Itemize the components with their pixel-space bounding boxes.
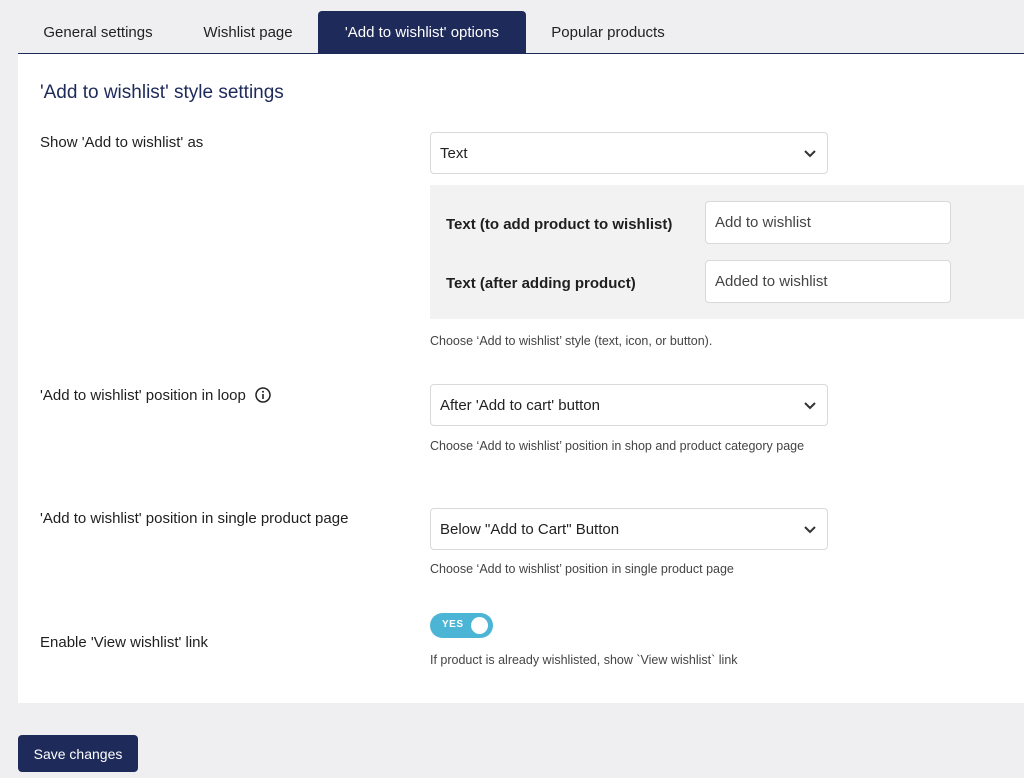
chevron-down-icon [804, 150, 816, 158]
tab-add-to-wishlist-options[interactable]: 'Add to wishlist' options [318, 11, 526, 53]
position-single-label: 'Add to wishlist' position in single pro… [40, 510, 349, 527]
info-icon[interactable] [255, 387, 271, 403]
text-after-input[interactable]: Added to wishlist [705, 260, 951, 303]
position-loop-hint: Choose ‘Add to wishlist’ position in sho… [430, 439, 805, 453]
show-as-selected-value: Text [440, 144, 468, 162]
save-changes-button[interactable]: Save changes [18, 735, 138, 772]
position-loop-label: 'Add to wishlist' position in loop [40, 387, 271, 404]
show-as-select[interactable]: Text [430, 132, 828, 174]
section-title: 'Add to wishlist' style settings [40, 82, 284, 103]
show-as-hint: Choose ‘Add to wishlist’ style (text, ic… [430, 334, 713, 348]
view-link-label: Enable 'View wishlist' link [40, 634, 209, 651]
position-loop-label-text: 'Add to wishlist' position in loop [40, 387, 246, 404]
chevron-down-icon [804, 526, 816, 534]
chevron-down-icon [804, 402, 816, 410]
position-single-select[interactable]: Below "Add to Cart" Button [430, 508, 828, 550]
toggle-yes-text: YES [442, 619, 464, 630]
text-add-input[interactable]: Add to wishlist [705, 201, 951, 244]
tab-wishlist-page[interactable]: Wishlist page [188, 11, 308, 53]
view-link-hint: If product is already wishlisted, show `… [430, 653, 738, 667]
tab-popular-products[interactable]: Popular products [538, 11, 678, 53]
position-single-hint: Choose ‘Add to wishlist’ position in sin… [430, 562, 734, 576]
settings-tabs: General settings Wishlist page 'Add to w… [18, 11, 1024, 54]
view-link-toggle[interactable]: YES [430, 613, 493, 638]
position-single-selected-value: Below "Add to Cart" Button [440, 520, 620, 538]
position-loop-select[interactable]: After 'Add to cart' button [430, 384, 828, 426]
text-after-label: Text (after adding product) [446, 275, 636, 292]
settings-panel: 'Add to wishlist' style settings Show 'A… [18, 54, 1024, 703]
show-as-label: Show 'Add to wishlist' as [40, 134, 204, 151]
tab-general-settings[interactable]: General settings [18, 11, 178, 53]
toggle-knob [471, 617, 488, 634]
position-loop-selected-value: After 'Add to cart' button [440, 396, 600, 414]
text-add-label: Text (to add product to wishlist) [446, 216, 673, 233]
text-options-box: Text (to add product to wishlist) Add to… [430, 185, 1024, 319]
